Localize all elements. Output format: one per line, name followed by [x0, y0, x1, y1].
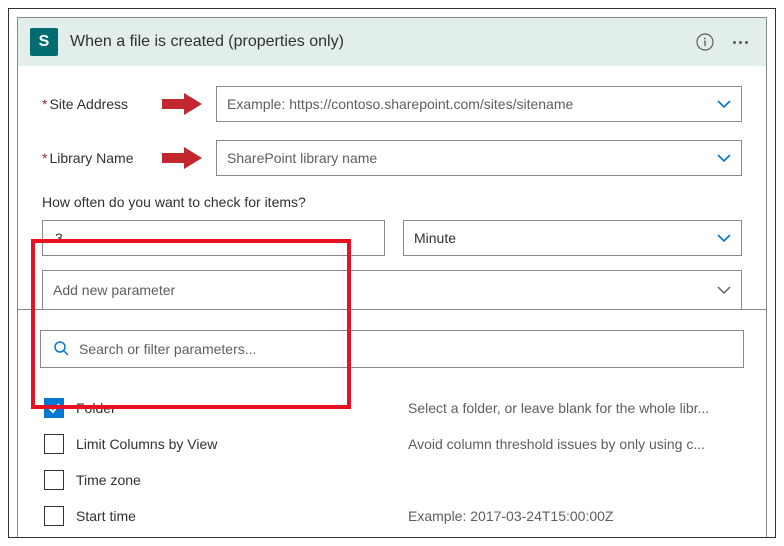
add-parameter-combo[interactable]: Add new parameter	[42, 270, 742, 310]
red-arrow-icon	[162, 93, 202, 115]
library-name-combo[interactable]: SharePoint library name	[216, 140, 742, 176]
param-option[interactable]: Time zone	[40, 462, 744, 498]
param-option[interactable]: Folder Select a folder, or leave blank fo…	[40, 390, 744, 426]
param-option-label: Folder	[76, 400, 396, 416]
search-icon	[53, 340, 69, 359]
chevron-down-icon	[717, 233, 731, 243]
more-menu-icon[interactable]	[727, 41, 754, 44]
param-option[interactable]: Limit Columns by View Avoid column thresh…	[40, 426, 744, 462]
site-address-combo[interactable]: Example: https://contoso.sharepoint.com/…	[216, 86, 742, 122]
action-card: S When a file is created (properties onl…	[17, 17, 767, 311]
param-option-label: Time zone	[76, 472, 396, 488]
param-option-desc: Avoid column threshold issues by only us…	[408, 436, 740, 452]
checkbox[interactable]	[44, 506, 64, 526]
frequency-row: 3 Minute	[42, 220, 742, 256]
param-option-label: Start time	[76, 508, 396, 524]
sharepoint-icon: S	[30, 28, 58, 56]
logo-letter: S	[39, 33, 50, 51]
unit-combo[interactable]: Minute	[403, 220, 742, 256]
library-name-label: *Library Name	[42, 150, 136, 166]
parameter-dropdown: Folder Select a folder, or leave blank fo…	[17, 309, 767, 538]
parameter-search-input[interactable]	[79, 341, 731, 357]
parameter-search[interactable]	[40, 330, 744, 368]
card-body: *Site Address Example: https://contoso.s…	[18, 66, 766, 310]
chevron-down-icon	[717, 153, 731, 163]
param-option-desc: Example: 2017-03-24T15:00:00Z	[408, 508, 740, 524]
unit-value: Minute	[414, 230, 456, 246]
card-title: When a file is created (properties only)	[70, 33, 683, 51]
card-header: S When a file is created (properties onl…	[18, 18, 766, 66]
checkbox[interactable]	[44, 434, 64, 454]
add-parameter-label: Add new parameter	[53, 282, 175, 298]
site-address-label: *Site Address	[42, 96, 136, 112]
library-name-row: *Library Name SharePoint library name	[42, 140, 742, 176]
check-frequency-label: How often do you want to check for items…	[42, 194, 742, 210]
chevron-down-icon	[717, 285, 731, 295]
param-option-label: Limit Columns by View	[76, 436, 396, 452]
site-address-placeholder: Example: https://contoso.sharepoint.com/…	[227, 96, 573, 112]
site-address-row: *Site Address Example: https://contoso.s…	[42, 86, 742, 122]
red-arrow-icon	[162, 147, 202, 169]
checkbox[interactable]	[44, 398, 64, 418]
param-option-desc: Select a folder, or leave blank for the …	[408, 400, 740, 416]
param-option[interactable]: Start time Example: 2017-03-24T15:00:00Z	[40, 498, 744, 534]
interval-input[interactable]: 3	[42, 220, 385, 256]
checkbox[interactable]	[44, 470, 64, 490]
info-icon[interactable]	[695, 32, 715, 52]
library-name-placeholder: SharePoint library name	[227, 150, 377, 166]
interval-value: 3	[55, 230, 63, 246]
chevron-down-icon	[717, 99, 731, 109]
